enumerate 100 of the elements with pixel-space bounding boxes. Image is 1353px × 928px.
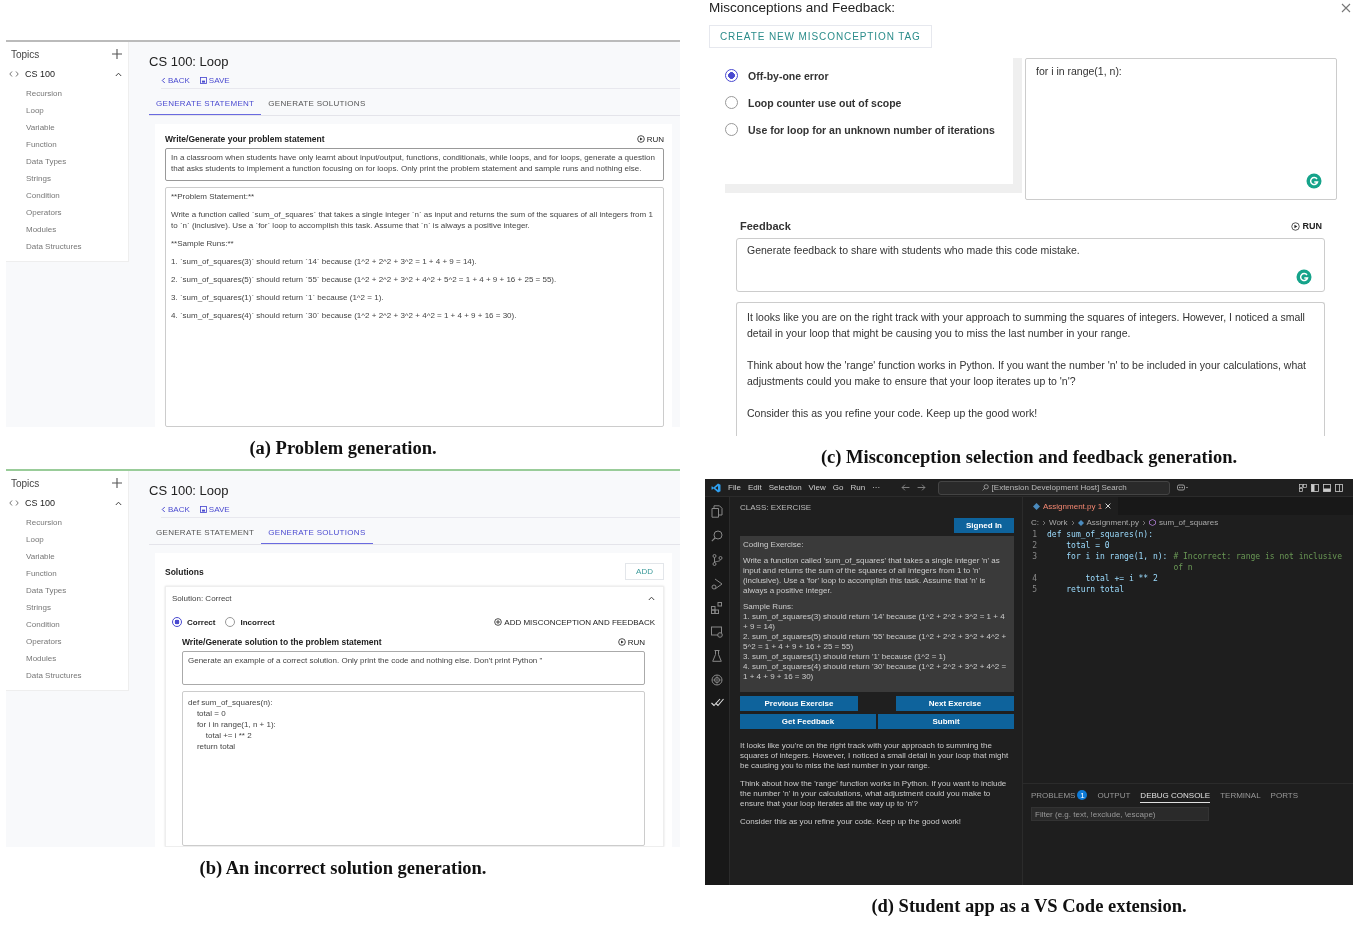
prompt-field[interactable]: In a classroom when students have only learnt about input/output, functions, conditionals, while loops, and for loops, generate a question that asks students to implement a function focusing on for loops. Only print the problem statement and sample runs and nothing else.: [165, 148, 664, 181]
radio-button[interactable]: [172, 617, 182, 627]
next-exercise-button[interactable]: Next Exercise: [896, 696, 1014, 711]
code-field[interactable]: for i in range(1, n):: [1025, 58, 1337, 200]
breadcrumb-item[interactable]: Work: [1049, 518, 1068, 527]
robot-icon[interactable]: [1177, 484, 1190, 491]
topic-item[interactable]: Function: [6, 565, 128, 582]
topic-item[interactable]: Modules: [6, 221, 128, 238]
course-item[interactable]: CS 100: [25, 69, 109, 79]
topic-item[interactable]: Recursion: [6, 514, 128, 531]
topic-item[interactable]: Variable: [6, 119, 128, 136]
breadcrumb-item[interactable]: Assignment.py: [1086, 518, 1139, 527]
forward-arrow-icon[interactable]: [917, 484, 927, 491]
prompt-field[interactable]: Generate an example of a correct solution. Only print the code and nothing else. Don't print Python ": [182, 651, 645, 685]
previous-exercise-button[interactable]: Previous Exercise: [740, 696, 858, 711]
search-icon[interactable]: [711, 530, 723, 542]
radio-button[interactable]: [725, 96, 738, 109]
menu-item[interactable]: Edit: [747, 483, 762, 492]
run-button[interactable]: RUN: [617, 637, 645, 647]
panel-tab[interactable]: OUTPUT: [1097, 788, 1131, 803]
breadcrumb-item[interactable]: C:: [1031, 518, 1039, 527]
layout-icon[interactable]: [1299, 483, 1307, 492]
topic-item[interactable]: Strings: [6, 599, 128, 616]
feedback-output-field[interactable]: [736, 302, 1325, 436]
double-check-icon[interactable]: [710, 698, 724, 707]
menu-item[interactable]: View: [808, 483, 826, 492]
radio-button[interactable]: [225, 617, 236, 627]
topic-item[interactable]: Condition: [6, 616, 128, 633]
sidebar-toggle-icon[interactable]: [1311, 483, 1319, 492]
files-icon[interactable]: [711, 505, 723, 518]
panel-tab[interactable]: DEBUG CONSOLE: [1140, 788, 1211, 803]
secondary-sidebar-icon[interactable]: [1335, 483, 1343, 492]
panel-tab[interactable]: PROBLEMS 1: [1031, 788, 1088, 803]
code-field[interactable]: def sum_of_squares(n): total = 0 for i in range(1, n + 1): total += i ** 2 return total: [182, 691, 645, 846]
tab[interactable]: GENERATE STATEMENT: [149, 522, 262, 544]
panel-tab[interactable]: TERMINAL: [1220, 788, 1261, 803]
topic-item[interactable]: Variable: [6, 548, 128, 565]
topic-item[interactable]: Operators: [6, 204, 128, 221]
editor-tab[interactable]: Assignment.py 1: [1023, 497, 1119, 515]
output-field[interactable]: [165, 187, 664, 427]
circle-logo-icon[interactable]: [1306, 173, 1322, 189]
tab[interactable]: GENERATE STATEMENT: [149, 93, 262, 115]
back-button[interactable]: BACK: [161, 505, 190, 514]
menu-item[interactable]: ···: [872, 483, 881, 492]
topic-item[interactable]: Data Types: [6, 153, 128, 170]
topic-item[interactable]: Condition: [6, 187, 128, 204]
topic-item[interactable]: Operators: [6, 633, 128, 650]
tab[interactable]: GENERATE SOLUTIONS: [261, 522, 373, 544]
feedback-prompt-field[interactable]: Generate feedback to share with students who made this code mistake.: [736, 238, 1325, 292]
breadcrumb-item[interactable]: sum_of_squares: [1159, 518, 1219, 527]
plus-icon[interactable]: [112, 478, 122, 488]
extensions-icon[interactable]: [711, 602, 723, 614]
branch-icon[interactable]: [711, 554, 723, 566]
topic-item[interactable]: Recursion: [6, 85, 128, 102]
run-debug-icon[interactable]: [711, 578, 723, 590]
panel-toggle-icon[interactable]: [1323, 483, 1331, 492]
radio-button[interactable]: [725, 69, 738, 82]
chevron-icon[interactable]: [115, 71, 122, 77]
knot-icon[interactable]: [711, 674, 723, 686]
topic-item[interactable]: Modules: [6, 650, 128, 667]
menu-item[interactable]: Go: [832, 483, 844, 492]
filter-field[interactable]: Filter (e.g. text, !exclude, \escape): [1031, 807, 1209, 821]
circle-logo-icon[interactable]: [1296, 269, 1312, 285]
topic-item[interactable]: Data Structures: [6, 667, 128, 684]
chevron-icon[interactable]: [115, 500, 122, 506]
save-button[interactable]: SAVE: [199, 505, 230, 514]
radio-button[interactable]: [725, 123, 738, 136]
signed-in-button[interactable]: Signed In: [954, 518, 1014, 533]
course-item[interactable]: CS 100: [25, 498, 109, 508]
menu-item[interactable]: File: [728, 483, 741, 492]
monitor-icon[interactable]: [711, 626, 723, 638]
add-button[interactable]: ADD: [625, 563, 664, 580]
menu-item[interactable]: Selection: [768, 483, 802, 492]
submit-button[interactable]: Submit: [878, 714, 1014, 729]
misconception-label: Off-by-one error: [748, 69, 829, 82]
topic-item[interactable]: Data Structures: [6, 238, 128, 255]
chevron-left-icon: [161, 77, 166, 84]
topic-item[interactable]: Loop: [6, 531, 128, 548]
back-arrow-icon[interactable]: [901, 484, 911, 491]
tab[interactable]: GENERATE SOLUTIONS: [261, 93, 373, 115]
run-button[interactable]: RUN: [636, 134, 664, 144]
chevron-icon[interactable]: [648, 595, 655, 601]
add-misconception-button[interactable]: ADD MISCONCEPTION AND FEEDBACK: [494, 617, 655, 627]
save-button[interactable]: SAVE: [199, 76, 230, 85]
panel-tab[interactable]: PORTS: [1270, 788, 1299, 803]
back-button[interactable]: BACK: [161, 76, 190, 85]
create-tag-button[interactable]: CREATE NEW MISCONCEPTION TAG: [709, 25, 932, 48]
topic-item[interactable]: Function: [6, 136, 128, 153]
search-field[interactable]: [Extension Development Host] Search: [938, 480, 1171, 495]
topic-item[interactable]: Data Types: [6, 582, 128, 599]
topic-item[interactable]: Strings: [6, 170, 128, 187]
topic-item[interactable]: Loop: [6, 102, 128, 119]
menu-item[interactable]: Run: [850, 483, 866, 492]
flask-icon[interactable]: [712, 650, 722, 662]
run-button[interactable]: RUN: [1290, 221, 1322, 231]
exercise-field[interactable]: [740, 536, 1014, 692]
output-line: **Problem Statement:**: [171, 191, 256, 202]
solution-header[interactable]: Solution: Correct: [172, 593, 232, 603]
get-feedback-button[interactable]: Get Feedback: [740, 714, 876, 729]
plus-icon[interactable]: [112, 49, 122, 59]
